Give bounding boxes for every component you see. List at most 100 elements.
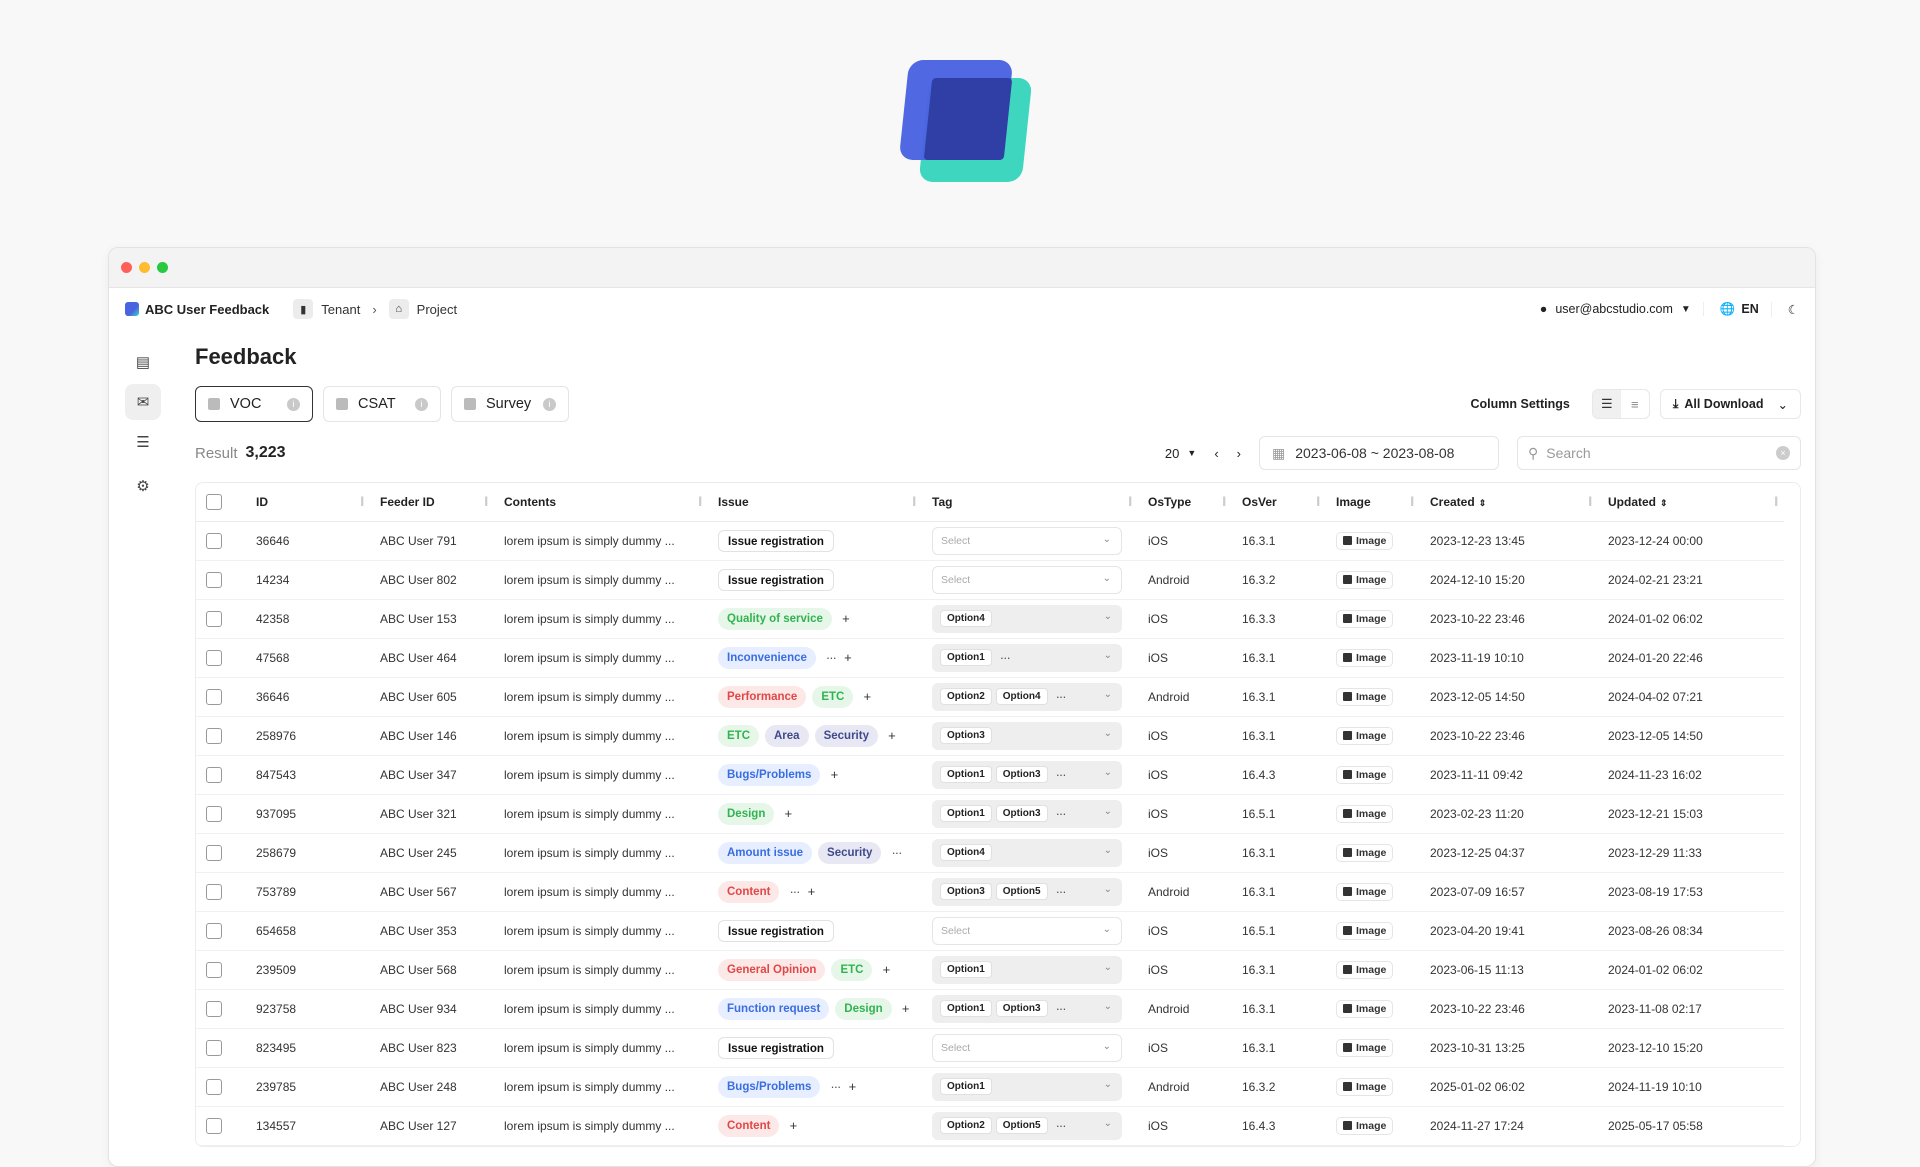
image-button[interactable]: Image <box>1336 609 1394 628</box>
table-row[interactable]: 753789 ABC User 567 lorem ipsum is simply … <box>196 872 1784 912</box>
select-all-checkbox[interactable] <box>206 493 222 510</box>
info-icon[interactable]: i <box>543 397 556 411</box>
cell-contents[interactable]: lorem ipsum is simply dummy ... <box>494 677 708 717</box>
column-settings-button[interactable]: Column Settings <box>1458 389 1582 419</box>
prev-page-icon[interactable]: ‹ <box>1214 446 1218 461</box>
tag-select[interactable]: Option4 ⌄ <box>932 604 1122 633</box>
add-issue-icon[interactable]: + <box>878 962 894 977</box>
tag-select[interactable]: Option1 Option3 ··· ⌄ <box>932 994 1122 1023</box>
image-button[interactable]: Image <box>1336 531 1394 550</box>
tag-select[interactable]: Option1 Option3 ··· ⌄ <box>932 760 1122 789</box>
table-row[interactable]: 134557 ABC User 127 lorem ipsum is simply … <box>196 1106 1784 1146</box>
add-issue-icon[interactable]: + <box>898 1001 914 1016</box>
cell-contents[interactable]: lorem ipsum is simply dummy ... <box>494 755 708 795</box>
compact-view-icon[interactable]: ≡ <box>1621 390 1649 418</box>
table-row[interactable]: 258679 ABC User 245 lorem ipsum is simply … <box>196 833 1784 873</box>
table-row[interactable]: 36646 ABC User 605 lorem ipsum is simply d… <box>196 677 1784 717</box>
search-input[interactable]: ⚲ Search × <box>1517 436 1801 470</box>
row-checkbox[interactable] <box>206 961 222 978</box>
more-icon[interactable]: ··· <box>996 650 1014 665</box>
image-button[interactable]: Image <box>1336 921 1394 940</box>
table-row[interactable]: 937095 ABC User 321 lorem ipsum is simply … <box>196 794 1784 834</box>
next-page-icon[interactable]: › <box>1237 446 1241 461</box>
table-row[interactable]: 36646 ABC User 791 lorem ipsum is simply d… <box>196 521 1784 561</box>
issue-chip[interactable]: Inconvenience <box>718 646 816 669</box>
table-row[interactable]: 239509 ABC User 568 lorem ipsum is simply … <box>196 950 1784 990</box>
issue-chip[interactable]: Function request <box>718 997 830 1020</box>
issue-chip[interactable]: Content <box>718 880 780 903</box>
image-button[interactable]: Image <box>1336 1038 1394 1057</box>
col-header-issue[interactable]: Issue || <box>708 483 922 522</box>
col-header-updated[interactable]: Updated ⇕ || <box>1598 483 1784 522</box>
clear-search-icon[interactable]: × <box>1776 446 1790 460</box>
cell-contents[interactable]: lorem ipsum is simply dummy ... <box>494 911 708 951</box>
row-checkbox[interactable] <box>206 610 222 627</box>
cell-contents[interactable]: lorem ipsum is simply dummy ... <box>494 872 708 912</box>
dark-mode-toggle-icon[interactable]: ☾ <box>1788 302 1799 317</box>
table-row[interactable]: 654658 ABC User 353 lorem ipsum is simply … <box>196 911 1784 951</box>
more-icon[interactable]: ··· <box>1052 689 1070 704</box>
issue-chip[interactable]: Amount issue <box>718 841 813 864</box>
image-button[interactable]: Image <box>1336 765 1394 784</box>
add-issue-icon[interactable]: + <box>826 767 842 782</box>
tag-select[interactable]: Option3 ⌄ <box>932 721 1122 750</box>
issue-chip[interactable]: Bugs/Problems <box>718 1075 821 1098</box>
issue-chip[interactable]: ETC <box>718 724 759 747</box>
tag-select[interactable]: Option1 ··· ⌄ <box>932 643 1122 672</box>
add-issue-icon[interactable]: + <box>859 689 875 704</box>
breadcrumb-tenant[interactable]: ▮ Tenant <box>293 299 360 319</box>
sidebar-dashboard-icon[interactable]: ▤ <box>125 344 161 380</box>
col-header-image[interactable]: Image || <box>1326 483 1420 522</box>
sidebar-feedback-icon[interactable]: ✉ <box>125 384 161 420</box>
issue-chip[interactable]: Issue registration <box>718 529 834 552</box>
more-icon[interactable]: ··· <box>826 1079 844 1094</box>
row-checkbox[interactable] <box>206 1000 222 1017</box>
issue-chip[interactable]: Issue registration <box>718 1036 834 1059</box>
issue-chip[interactable]: Content <box>718 1114 780 1137</box>
list-view-icon[interactable]: ☰ <box>1592 390 1621 418</box>
issue-chip[interactable]: Quality of service <box>718 607 832 630</box>
sidebar-document-icon[interactable]: ☰ <box>125 424 161 460</box>
row-checkbox[interactable] <box>206 844 222 861</box>
more-icon[interactable]: ··· <box>1052 884 1070 899</box>
app-name[interactable]: ABC User Feedback <box>145 302 269 317</box>
image-button[interactable]: Image <box>1336 960 1394 979</box>
image-button[interactable]: Image <box>1336 687 1394 706</box>
issue-chip[interactable]: Issue registration <box>718 919 834 942</box>
table-row[interactable]: 258976 ABC User 146 lorem ipsum is simply … <box>196 716 1784 756</box>
add-issue-icon[interactable]: + <box>840 650 856 665</box>
row-checkbox[interactable] <box>206 1039 222 1056</box>
image-button[interactable]: Image <box>1336 843 1394 862</box>
add-issue-icon[interactable]: + <box>780 806 796 821</box>
cell-contents[interactable]: lorem ipsum is simply dummy ... <box>494 560 708 600</box>
row-checkbox[interactable] <box>206 766 222 783</box>
more-icon[interactable]: ··· <box>1052 1001 1070 1016</box>
image-button[interactable]: Image <box>1336 648 1394 667</box>
row-checkbox[interactable] <box>206 532 222 549</box>
issue-chip[interactable]: Design <box>718 802 775 825</box>
more-icon[interactable]: ··· <box>1052 806 1070 821</box>
col-header-id[interactable]: ID || <box>246 483 370 522</box>
issue-chip[interactable]: Area <box>765 724 809 747</box>
language-selector[interactable]: 🌐 EN <box>1720 301 1772 317</box>
user-menu[interactable]: ● user@abcstudio.com ▼ <box>1540 302 1704 316</box>
image-button[interactable]: Image <box>1336 882 1394 901</box>
row-checkbox[interactable] <box>206 688 222 705</box>
add-issue-icon[interactable]: + <box>803 884 819 899</box>
issue-chip[interactable]: Security <box>818 841 882 864</box>
image-button[interactable]: Image <box>1336 1116 1394 1135</box>
tag-select[interactable]: Option1 ⌄ <box>932 955 1122 984</box>
table-row[interactable]: 823495 ABC User 823 lorem ipsum is simply … <box>196 1028 1784 1068</box>
tag-select[interactable]: Option4 ⌄ <box>932 838 1122 867</box>
cell-contents[interactable]: lorem ipsum is simply dummy ... <box>494 794 708 834</box>
tag-select[interactable]: Option2 Option5 ··· ⌄ <box>932 1111 1122 1140</box>
per-page-select[interactable]: 20 ▼ <box>1165 446 1196 461</box>
info-icon[interactable]: i <box>415 397 428 411</box>
issue-chip[interactable]: Design <box>835 997 892 1020</box>
image-button[interactable]: Image <box>1336 804 1394 823</box>
more-icon[interactable]: ··· <box>822 650 840 665</box>
add-issue-icon[interactable]: + <box>844 1079 860 1094</box>
more-icon[interactable]: ··· <box>785 884 803 899</box>
tag-select[interactable]: Option1 ⌄ <box>932 1072 1122 1101</box>
tag-select[interactable]: Select ⌄ <box>932 916 1122 945</box>
